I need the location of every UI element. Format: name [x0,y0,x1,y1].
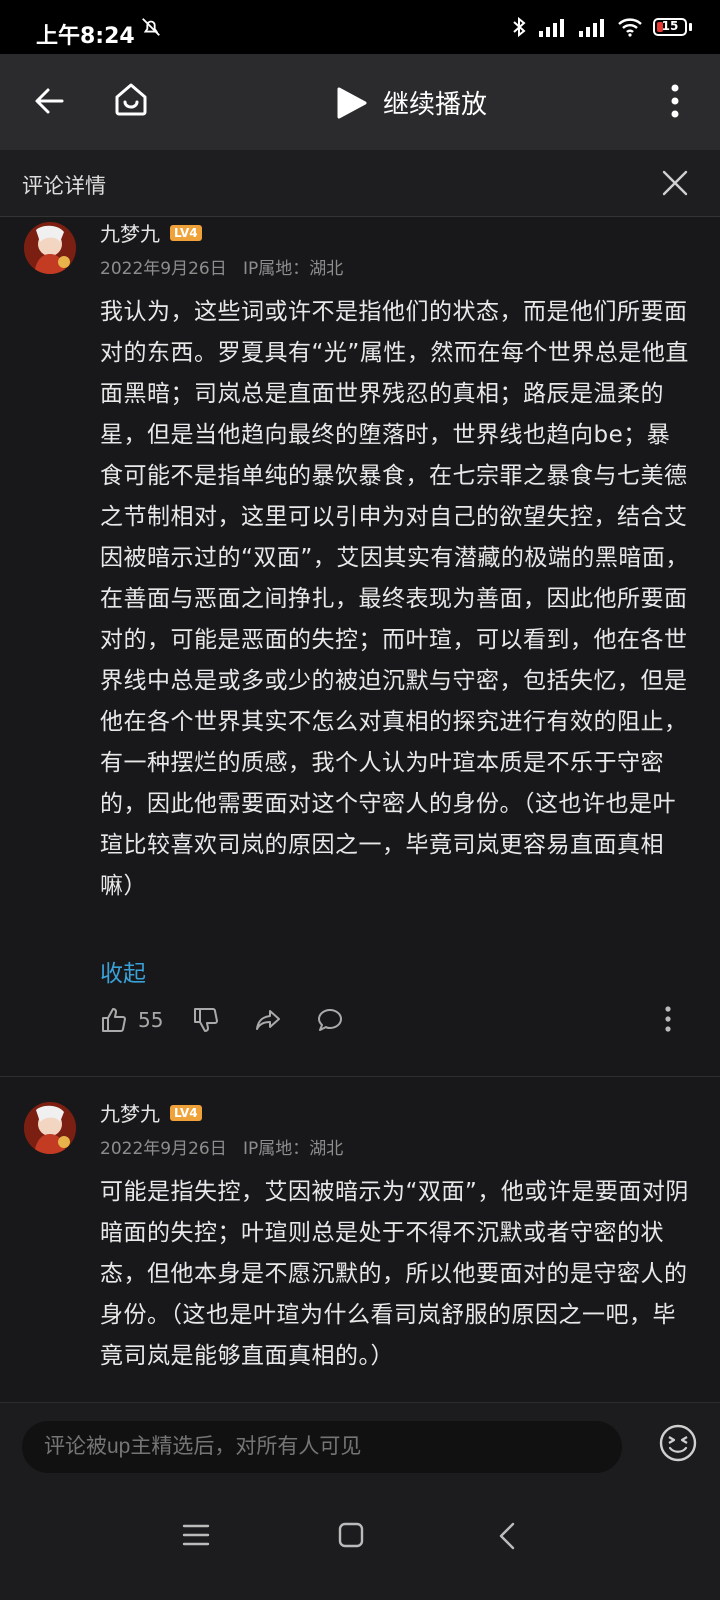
comment-date: 2022年9月26日 [100,259,227,279]
continue-play-label: 继续播放 [383,90,488,120]
level-badge: LV4 [170,224,202,241]
comment-detail-header: 评论详情 [0,150,720,217]
comment-meta: 2022年9月26日 IP属地：湖北 [100,1134,343,1159]
close-icon [662,170,688,196]
thumbs-up-icon [102,1008,126,1032]
home-icon [115,83,147,116]
wifi-icon [618,18,642,37]
collapse-link[interactable]: 收起 [100,954,146,988]
more-vertical-icon [671,84,679,118]
comment-ip: IP属地：湖北 [242,1139,344,1159]
like-button[interactable]: 55 [100,1006,163,1034]
continue-play-button[interactable]: 继续播放 [335,84,487,121]
share-icon [256,1010,280,1030]
thumbs-down-icon [194,1008,218,1032]
comment-text: 可能是指失控，艾因被暗示为“双面”，他或许是要面对阴暗面的失控；叶瑄则总是处于不… [100,1179,689,1369]
system-icons: 15 [511,16,692,38]
more-vertical-icon [665,1006,671,1032]
mute-icon [140,16,162,42]
play-icon [337,87,367,118]
chevron-left-icon [499,1522,515,1550]
comment-composer [0,1402,720,1487]
signal-icon-2 [579,19,604,37]
home-button[interactable] [112,80,150,122]
close-button[interactable] [662,170,688,200]
arrow-left-icon [35,88,64,114]
like-count: 55 [138,1008,164,1032]
battery-level: 15 [661,19,679,33]
battery-icon: 15 [653,18,692,36]
emoji-button[interactable] [658,1423,698,1467]
divider [0,1076,720,1077]
comment-more-button[interactable] [664,1006,672,1032]
comment-text: 我认为，这些词或许不是指他们的状态，而是他们所要面对的东西。罗夏具有“光”属性，… [100,299,689,899]
dislike-button[interactable] [192,1006,220,1034]
signal-icon [539,19,564,37]
back-nav-button[interactable] [498,1522,516,1554]
system-nav-bar [0,1486,720,1600]
top-bar: 继续播放 [0,54,720,150]
username[interactable]: 九梦九 [100,218,160,247]
comment-date: 2022年9月26日 [100,1139,227,1159]
comment-meta: 2022年9月26日 IP属地：湖北 [100,254,343,279]
avatar[interactable] [24,222,76,274]
comment-actions: 55 [100,1006,690,1040]
menu-icon [182,1524,210,1546]
page-title: 评论详情 [22,174,106,198]
square-icon [338,1522,364,1548]
comment-bubble-icon [318,1009,342,1031]
status-time: 上午8:24 [36,24,135,49]
more-options-button[interactable] [670,84,680,122]
bluetooth-icon [513,16,526,38]
reply-button[interactable] [316,1006,344,1034]
username[interactable]: 九梦九 [100,1098,160,1127]
home-nav-button[interactable] [338,1522,364,1552]
comment-input[interactable] [22,1421,622,1473]
back-button[interactable] [32,84,66,122]
emoji-icon [659,1424,697,1462]
share-button[interactable] [254,1006,282,1034]
comment-ip: IP属地：湖北 [242,259,344,279]
avatar[interactable] [24,1102,76,1154]
level-badge: LV4 [170,1104,202,1121]
recent-apps-button[interactable] [182,1522,210,1552]
status-bar: 上午8:24 15 [0,0,720,54]
